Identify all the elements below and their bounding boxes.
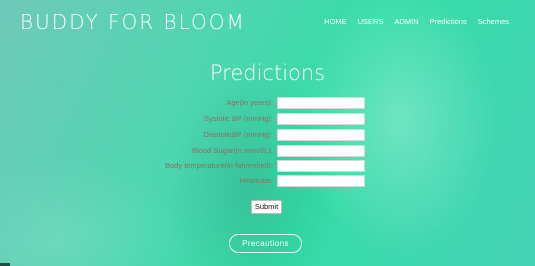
systolic-bp-input[interactable] — [277, 113, 365, 125]
age-label: Age(in years): — [226, 98, 273, 107]
top-nav: HOME USERS ADMIN Predictions Schemes — [324, 17, 509, 26]
form-row-age: Age(in years): — [0, 97, 535, 111]
diastolic-bp-input[interactable] — [277, 129, 365, 141]
page-title: Predictions — [209, 61, 326, 85]
body-temperature-label: Body temperature(in fahrenheit): — [165, 161, 273, 170]
form-row-systolic: Systolic BP (mmHg): — [0, 113, 535, 127]
form-row-diastolic: DiastolicBP (mmHg): — [0, 129, 535, 143]
heartrate-input[interactable] — [277, 175, 365, 187]
nav-home-link[interactable]: HOME — [324, 17, 347, 26]
nav-predictions-link[interactable]: Predictions — [430, 17, 467, 26]
age-input[interactable] — [277, 97, 365, 109]
form-row-heartrate: Heartrate: — [0, 175, 535, 189]
nav-schemes-link[interactable]: Schemes — [478, 17, 509, 26]
form-row-body-temp: Body temperature(in fahrenheit): — [0, 160, 535, 174]
nav-users-link[interactable]: USERS — [358, 17, 384, 26]
nav-admin-link[interactable]: ADMIN — [394, 17, 418, 26]
body-temperature-input[interactable] — [277, 160, 365, 172]
form-row-blood-sugar: Blood Sugar(in mmol/L): — [0, 145, 535, 159]
systolic-bp-label: Systolic BP (mmHg): — [203, 114, 273, 123]
blood-sugar-label: Blood Sugar(in mmol/L): — [192, 146, 273, 155]
submit-button[interactable]: Submit — [251, 200, 282, 214]
blood-sugar-input[interactable] — [277, 145, 365, 157]
brand-logo[interactable]: BUDDY FOR BLOOM — [20, 10, 246, 34]
precautions-button[interactable]: Precautions — [229, 234, 302, 253]
heartrate-label: Heartrate: — [239, 176, 273, 185]
diastolic-bp-label: DiastolicBP (mmHg): — [203, 130, 273, 139]
